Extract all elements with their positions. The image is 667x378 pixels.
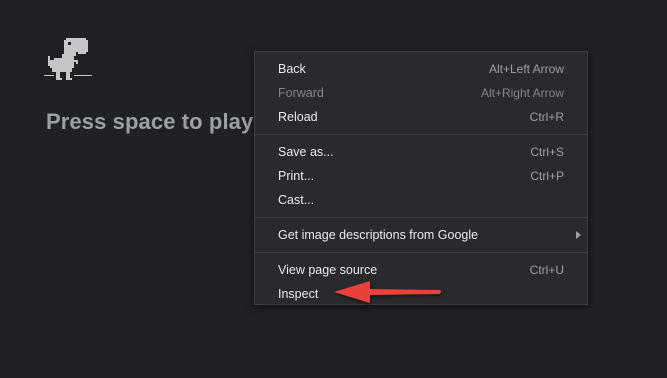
menu-item-label: Get image descriptions from Google bbox=[278, 228, 479, 242]
menu-item-shortcut: Ctrl+R bbox=[529, 110, 564, 124]
menu-item-image-descriptions[interactable]: Get image descriptions from Google bbox=[255, 223, 587, 247]
menu-item-save-as[interactable]: Save as... Ctrl+S bbox=[255, 140, 587, 164]
red-arrow-icon bbox=[334, 281, 441, 303]
menu-item-shortcut: Ctrl+U bbox=[529, 263, 564, 277]
menu-item-print[interactable]: Print... Ctrl+P bbox=[255, 164, 587, 188]
menu-item-shortcut: Alt+Left Arrow bbox=[488, 62, 564, 76]
menu-item-label: Reload bbox=[278, 110, 318, 124]
press-space-message: Press space to play bbox=[46, 109, 254, 134]
menu-separator bbox=[255, 217, 587, 218]
menu-item-shortcut: Ctrl+S bbox=[530, 145, 564, 159]
menu-separator bbox=[255, 134, 587, 135]
menu-item-shortcut: Ctrl+P bbox=[530, 169, 564, 183]
menu-separator bbox=[255, 252, 587, 253]
menu-item-label: Print... bbox=[278, 169, 315, 183]
menu-item-label: Save as... bbox=[278, 145, 334, 159]
context-menu: Back Alt+Left Arrow Forward Alt+Right Ar… bbox=[254, 51, 588, 305]
menu-item-label: View page source bbox=[278, 263, 378, 277]
menu-item-cast[interactable]: Cast... bbox=[255, 188, 587, 212]
menu-item-forward[interactable]: Forward Alt+Right Arrow bbox=[255, 81, 587, 105]
menu-item-label: Inspect bbox=[278, 287, 319, 301]
menu-item-shortcut: Alt+Right Arrow bbox=[480, 86, 564, 100]
menu-item-label: Cast... bbox=[278, 193, 315, 207]
menu-item-label: Back bbox=[278, 62, 306, 76]
dino-icon bbox=[44, 38, 92, 80]
menu-item-label: Forward bbox=[278, 86, 324, 100]
menu-item-back[interactable]: Back Alt+Left Arrow bbox=[255, 57, 587, 81]
menu-item-reload[interactable]: Reload Ctrl+R bbox=[255, 105, 587, 129]
submenu-arrow-icon bbox=[576, 231, 581, 239]
